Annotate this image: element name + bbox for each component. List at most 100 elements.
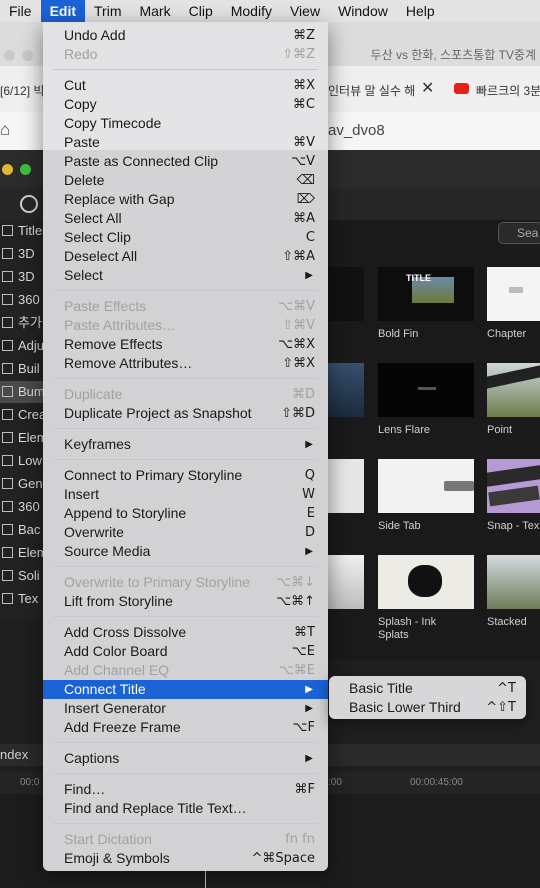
- menu-item-freeze-frame[interactable]: Add Freeze Frame ⌥F: [43, 718, 328, 737]
- menu-window[interactable]: Window: [329, 0, 397, 22]
- menu-item-shortcut: ⌘D: [291, 387, 315, 402]
- menu-item-paste-connected[interactable]: Paste as Connected Clip ⌥V: [43, 152, 328, 171]
- menu-clip[interactable]: Clip: [180, 0, 222, 22]
- menu-item-overwrite[interactable]: Overwrite D: [43, 523, 328, 542]
- thumbnail[interactable]: [328, 459, 364, 513]
- home-icon[interactable]: ⌂: [0, 120, 10, 140]
- sidebar-label: Bac: [18, 522, 41, 537]
- sidebar-item[interactable]: Soli: [0, 565, 44, 587]
- titles-search-input[interactable]: Sea: [498, 222, 540, 244]
- menu-item-captions[interactable]: Captions ▶: [43, 749, 328, 768]
- menu-item-duplicate-snapshot[interactable]: Duplicate Project as Snapshot ⇧⌘D: [43, 404, 328, 423]
- tab-close-icon[interactable]: ✕: [421, 78, 434, 98]
- menu-item-copy-timecode[interactable]: Copy Timecode: [43, 114, 328, 133]
- menu-help[interactable]: Help: [397, 0, 444, 22]
- sidebar-item[interactable]: Titles: [0, 220, 44, 242]
- film-icon: [2, 409, 13, 420]
- menu-item-shortcut: ⇧⌘Z: [282, 47, 315, 62]
- index-label[interactable]: ndex: [0, 747, 28, 762]
- sidebar-item[interactable]: Gene: [0, 473, 44, 495]
- film-icon: [2, 271, 13, 282]
- submenu-arrow-icon: ▶: [305, 270, 313, 281]
- thumbnail-snap-text[interactable]: [487, 459, 540, 513]
- browser-tab-right[interactable]: 빠르크의 3분: [476, 82, 540, 99]
- sidebar-item[interactable]: Elem: [0, 542, 44, 564]
- sidebar-item[interactable]: Buil: [0, 358, 44, 380]
- menu-item-insert[interactable]: Insert W: [43, 485, 328, 504]
- thumbnail-chapter[interactable]: [487, 267, 540, 321]
- music-icon[interactable]: [20, 195, 38, 213]
- thumbnail[interactable]: [328, 267, 364, 321]
- menu-file[interactable]: File: [0, 0, 41, 22]
- menu-item-cut[interactable]: Cut ⌘X: [43, 76, 328, 95]
- menu-item-find-replace[interactable]: Find and Replace Title Text…: [43, 799, 328, 818]
- thumbnail-point[interactable]: [487, 363, 540, 417]
- menu-separator: [53, 428, 318, 429]
- window-close-dot[interactable]: [4, 50, 15, 61]
- thumbnail[interactable]: [328, 555, 364, 609]
- menu-edit[interactable]: Edit: [40, 0, 86, 22]
- submenu-item-basic-lower-third[interactable]: Basic Lower Third ^⇧T: [329, 698, 526, 717]
- sidebar-item[interactable]: 360: [0, 289, 44, 311]
- window-minimize-dot[interactable]: [22, 50, 33, 61]
- sidebar-item[interactable]: 3D: [0, 266, 44, 288]
- film-icon: [2, 570, 13, 581]
- menu-item-cross-dissolve[interactable]: Add Cross Dissolve ⌘T: [43, 623, 328, 642]
- thumbnail-side-tab[interactable]: [378, 459, 474, 513]
- sidebar-item[interactable]: Low: [0, 450, 44, 472]
- menu-item-select[interactable]: Select ▶: [43, 266, 328, 285]
- thumbnail-lens-flare[interactable]: [378, 363, 474, 417]
- thumbnail[interactable]: [328, 363, 364, 417]
- menu-item-append[interactable]: Append to Storyline E: [43, 504, 328, 523]
- menu-item-color-board[interactable]: Add Color Board ⌥E: [43, 642, 328, 661]
- menu-mark[interactable]: Mark: [130, 0, 179, 22]
- browser-tab-middle[interactable]: 인터뷰 말 실수 해: [328, 82, 415, 99]
- menu-item-connect-primary[interactable]: Connect to Primary Storyline Q: [43, 466, 328, 485]
- sidebar-item[interactable]: Elem: [0, 427, 44, 449]
- sidebar-item[interactable]: Adju: [0, 335, 44, 357]
- menu-item-source-media[interactable]: Source Media ▶: [43, 542, 328, 561]
- menu-item-remove-attributes[interactable]: Remove Attributes… ⇧⌘X: [43, 354, 328, 373]
- window-minimize-dot[interactable]: [2, 164, 13, 175]
- menu-trim[interactable]: Trim: [85, 0, 130, 22]
- menu-item-copy[interactable]: Copy ⌘C: [43, 95, 328, 114]
- menu-item-select-clip[interactable]: Select Clip C: [43, 228, 328, 247]
- menu-item-emoji-symbols[interactable]: Emoji & Symbols ^⌘Space: [43, 849, 328, 868]
- menu-modify[interactable]: Modify: [222, 0, 281, 22]
- menu-separator: [53, 773, 318, 774]
- playhead[interactable]: [205, 870, 206, 888]
- sidebar-label: 3D: [18, 269, 35, 284]
- address-url[interactable]: av_dvo8: [328, 122, 385, 139]
- menu-item-select-all[interactable]: Select All ⌘A: [43, 209, 328, 228]
- menu-item-keyframes[interactable]: Keyframes ▶: [43, 435, 328, 454]
- browser-tab-left[interactable]: [6/12] 빅: [0, 82, 44, 99]
- sidebar-item[interactable]: 360: [0, 496, 44, 518]
- menu-item-delete[interactable]: Delete ⌫: [43, 171, 328, 190]
- sidebar-item[interactable]: Bac: [0, 519, 44, 541]
- thumbnail-bold-fin[interactable]: TITLE: [378, 267, 474, 321]
- menu-item-deselect-all[interactable]: Deselect All ⇧⌘A: [43, 247, 328, 266]
- thumbnail-splash-ink[interactable]: [378, 555, 474, 609]
- sidebar-item[interactable]: Tex: [0, 588, 44, 610]
- menu-item-paste[interactable]: Paste ⌘V: [43, 133, 328, 152]
- sidebar-item-selected[interactable]: Bum: [0, 381, 44, 403]
- menu-item-label: Select: [64, 267, 103, 283]
- sidebar-item[interactable]: 3D: [0, 243, 44, 265]
- thumbnail-stacked[interactable]: [487, 555, 540, 609]
- menu-view[interactable]: View: [281, 0, 329, 22]
- menu-item-label: Overwrite: [64, 524, 124, 540]
- menu-item-insert-generator[interactable]: Insert Generator ▶: [43, 699, 328, 718]
- menu-item-find[interactable]: Find… ⌘F: [43, 780, 328, 799]
- sidebar-item[interactable]: 추가: [0, 312, 44, 334]
- sidebar-item[interactable]: Crea: [0, 404, 44, 426]
- window-zoom-dot[interactable]: [20, 164, 31, 175]
- menu-item-remove-effects[interactable]: Remove Effects ⌥⌘X: [43, 335, 328, 354]
- menu-item-replace-with-gap[interactable]: Replace with Gap ⌦: [43, 190, 328, 209]
- forward-delete-icon: ⌦: [296, 192, 315, 207]
- menu-item-undo[interactable]: Undo Add ⌘Z: [43, 26, 328, 45]
- menu-item-lift[interactable]: Lift from Storyline ⌥⌘↑: [43, 592, 328, 611]
- menu-item-connect-title[interactable]: Connect Title ▶: [43, 680, 328, 699]
- menu-separator: [53, 69, 318, 70]
- thumbnail-label: Lens Flare: [378, 424, 430, 436]
- submenu-item-basic-title[interactable]: Basic Title ^T: [329, 679, 526, 698]
